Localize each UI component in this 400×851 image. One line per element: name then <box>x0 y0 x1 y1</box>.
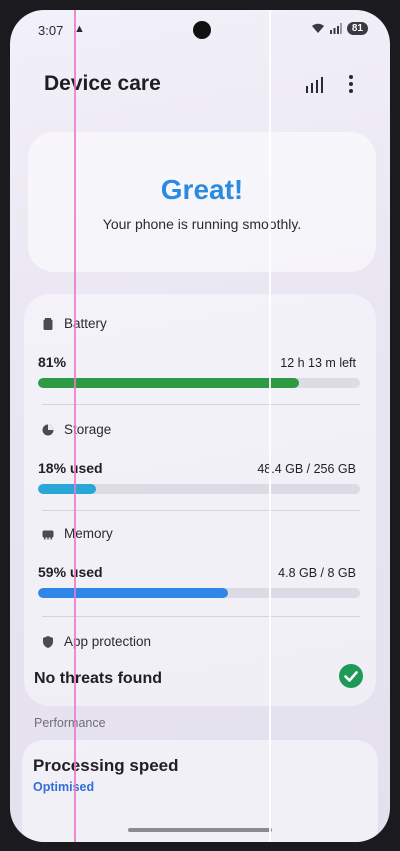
wifi-icon <box>311 23 325 34</box>
storage-progress-track <box>38 484 360 494</box>
battery-icon <box>43 317 53 330</box>
divider <box>42 404 360 405</box>
memory-progress-track <box>38 588 360 598</box>
storage-section[interactable]: Storage 18% used 48.4 GB / 256 GB <box>24 422 376 502</box>
page-title: Device care <box>44 72 161 95</box>
memory-progress-fill <box>38 588 228 598</box>
divider <box>42 510 360 511</box>
app-protection-section[interactable]: App protection No threats found <box>24 634 376 694</box>
check-circle-bg <box>339 664 363 688</box>
battery-time-left: 12 h 13 m left <box>280 356 356 370</box>
storage-percent: 18% used <box>38 460 103 476</box>
divider <box>42 616 360 617</box>
battery-section[interactable]: Battery 81% 12 h 13 m left <box>24 316 376 396</box>
status-time: 3:07 <box>38 23 64 38</box>
processing-speed-title: Processing speed <box>33 756 179 775</box>
device-care-screen: 3:07 ▲ 81 Device care Great! Your phone … <box>10 10 390 842</box>
bar-chart-icon[interactable] <box>305 77 323 98</box>
memory-section[interactable]: Memory 59% used 4.8 GB / 8 GB <box>24 526 376 606</box>
memory-header: Memory <box>42 526 113 541</box>
status-bar: 3:07 ▲ 81 <box>10 10 390 50</box>
home-indicator[interactable] <box>128 828 272 832</box>
threat-status: No threats found <box>34 670 162 687</box>
front-camera <box>193 21 211 39</box>
signal-icon <box>329 23 342 34</box>
display-line-artifact <box>269 10 271 842</box>
memory-icon <box>42 530 54 539</box>
battery-progress-track <box>38 378 360 388</box>
status-icons: 81 <box>311 22 368 35</box>
summary-message: Your phone is running smoothly. <box>102 216 302 232</box>
check-circle-icon <box>339 664 363 688</box>
app-bar: Device care <box>10 66 390 106</box>
battery-level-badge: 81 <box>346 22 368 35</box>
storage-progress-fill <box>38 484 96 494</box>
app-protection-header: App protection <box>42 634 151 649</box>
battery-label: Battery <box>64 316 107 331</box>
shield-icon <box>43 635 53 648</box>
memory-label: Memory <box>64 526 113 541</box>
storage-capacity: 48.4 GB / 256 GB <box>257 462 356 476</box>
status-summary-card: Great! Your phone is running smoothly. <box>28 132 376 272</box>
summary-headline: Great! <box>160 174 244 205</box>
storage-icon <box>42 424 54 435</box>
performance-section-label: Performance <box>34 716 106 730</box>
device-stats-card: Battery 81% 12 h 13 m left Storage 18% u… <box>24 294 376 706</box>
app-protection-label: App protection <box>64 634 152 649</box>
more-options-icon[interactable] <box>348 74 354 99</box>
battery-percent: 81% <box>38 354 67 370</box>
display-line-artifact <box>74 10 76 842</box>
memory-capacity: 4.8 GB / 8 GB <box>278 566 356 580</box>
processing-speed-status: Optimised <box>33 780 95 794</box>
storage-label: Storage <box>64 422 112 437</box>
storage-header: Storage <box>42 422 111 437</box>
memory-percent: 59% used <box>38 564 103 580</box>
battery-progress-fill <box>38 378 299 388</box>
